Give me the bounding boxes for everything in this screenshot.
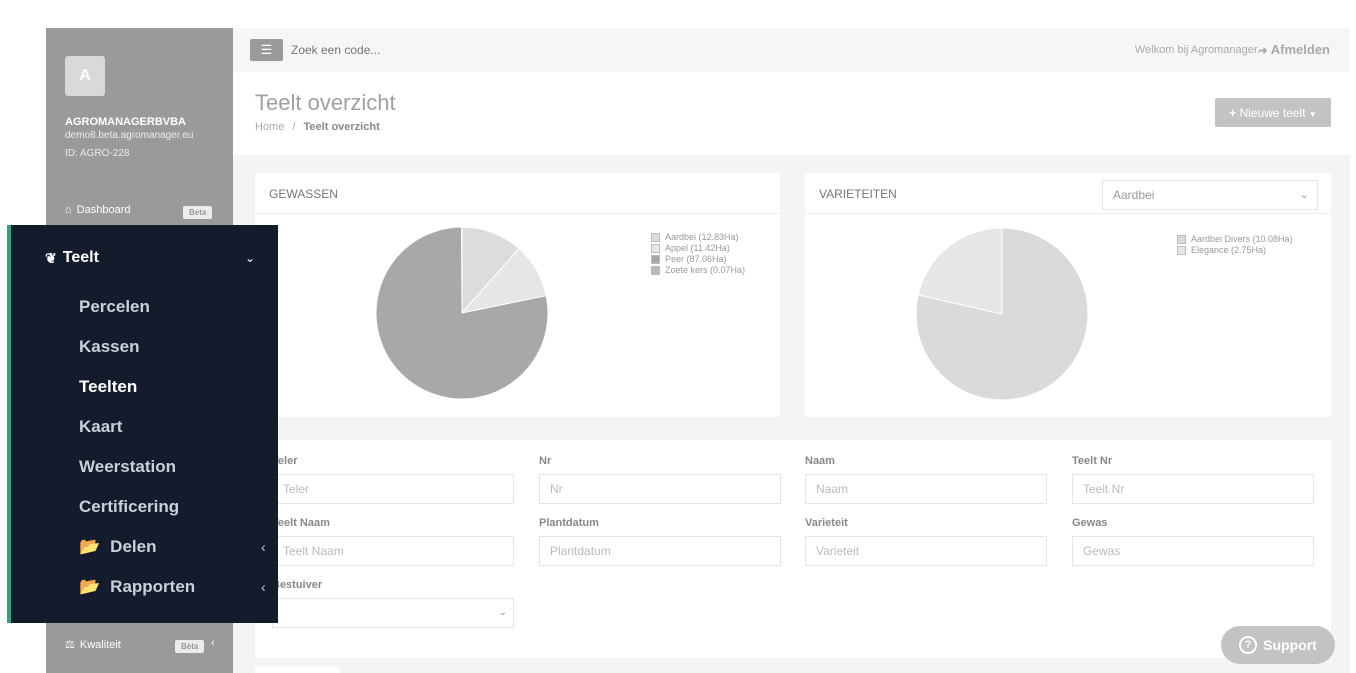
new-teelt-button[interactable]: + Nieuwe teelt ▼	[1215, 98, 1331, 127]
legend-label: Peer (87.06Ha)	[665, 254, 727, 264]
breadcrumb: Home / Teelt overzicht	[255, 121, 380, 133]
chevron-left-icon: ‹	[261, 579, 266, 595]
legend-item: Appel (11.42Ha)	[651, 243, 745, 254]
support-label: Support	[1263, 637, 1317, 653]
hamburger-icon: ☰	[260, 42, 273, 57]
legend-item: Aardbei (12.83Ha)	[651, 232, 745, 243]
account-id: ID: AGRO-228	[65, 148, 130, 159]
breadcrumb-home[interactable]: Home	[255, 121, 284, 133]
welcome-text: Welkom bij Agromanager.	[1134, 44, 1260, 56]
company-name: AGROMANAGERBVBA	[65, 116, 186, 128]
teelt-menu-header[interactable]: ❦ Teelt	[45, 249, 99, 267]
top-bar: ☰ Welkom bij Agromanager. ➜ Afmelden	[233, 28, 1350, 72]
sidebar-item-dashboard[interactable]: ⌂ Dashboard	[65, 204, 130, 216]
legend-item: Zoete kers (0.07Ha)	[651, 265, 745, 276]
menu-item-teelten[interactable]: Teelten	[79, 377, 137, 397]
naam-input[interactable]	[805, 474, 1047, 504]
teeltnr-input[interactable]	[1072, 474, 1314, 504]
menu-item-rapporten[interactable]: 📂 Rapporten	[79, 577, 195, 597]
legend-label: Elegance (2.75Ha)	[1191, 245, 1267, 255]
varieteiten-legend: Aardbei Divers (10.08Ha) Elegance (2.75H…	[1177, 234, 1293, 256]
varieteit-input[interactable]	[805, 536, 1047, 566]
legend-label: Zoete kers (0.07Ha)	[665, 265, 746, 275]
teler-input[interactable]	[272, 474, 514, 504]
chevron-down-icon: ⌄	[245, 251, 256, 265]
legend-label: Appel (11.42Ha)	[665, 243, 730, 253]
legend-item: Aardbei Divers (10.08Ha)	[1177, 234, 1293, 245]
teelt-menu: ❦ Teelt ⌄ Percelen Kassen Teelten Kaart …	[7, 225, 278, 623]
teeltnaam-label: Teelt Naam	[272, 517, 330, 529]
sidebar-item-kwaliteit[interactable]: ⚖ Kwaliteit	[65, 638, 121, 652]
legend-label: Aardbei Divers (10.08Ha)	[1191, 234, 1293, 244]
gewassen-pie-chart	[375, 226, 549, 400]
beta-badge: Beta	[183, 206, 213, 219]
chevron-down-icon: ⌄	[498, 607, 507, 618]
legend-swatch	[651, 233, 660, 242]
company-domain: demo8.beta.agromanager.eu	[65, 130, 194, 141]
menu-item-delen[interactable]: 📂 Delen	[79, 537, 156, 557]
legend-swatch	[1177, 246, 1186, 255]
teeltnaam-input[interactable]	[272, 536, 514, 566]
legend-item: Peer (87.06Ha)	[651, 254, 745, 265]
nr-input[interactable]	[539, 474, 781, 504]
bestuiver-label: Bestuiver	[272, 579, 323, 591]
legend-swatch	[651, 266, 660, 275]
gewas-label: Gewas	[1072, 517, 1108, 529]
naam-label: Naam	[805, 455, 835, 467]
plantdatum-label: Plantdatum	[539, 517, 599, 529]
legend-swatch	[1177, 235, 1186, 244]
legend-label: Aardbei (12.83Ha)	[665, 232, 739, 242]
logout-label: Afmelden	[1270, 42, 1330, 57]
menu-item-kassen[interactable]: Kassen	[79, 337, 139, 357]
plus-icon: +	[1229, 105, 1237, 120]
menu-item-kaart[interactable]: Kaart	[79, 417, 122, 437]
avatar[interactable]: A	[65, 56, 105, 96]
teelt-menu-title: Teelt	[62, 249, 99, 266]
menu-item-percelen[interactable]: Percelen	[79, 297, 150, 317]
legend-item: Elegance (2.75Ha)	[1177, 245, 1293, 256]
leaf-icon: ❦	[45, 249, 57, 266]
teeltnr-label: Teelt Nr	[1072, 455, 1113, 467]
page-title: Teelt overzicht	[255, 90, 396, 115]
bottom-tab[interactable]	[255, 667, 340, 673]
plantdatum-input[interactable]	[539, 536, 781, 566]
filter-card: Teler Nr Naam Teelt Nr Teelt Naam Plantd…	[255, 440, 1331, 658]
search-input[interactable]	[291, 39, 591, 61]
menu-toggle-button[interactable]: ☰	[250, 39, 283, 61]
sidebar-item-label: Dashboard	[76, 204, 131, 216]
breadcrumb-current: Teelt overzicht	[303, 121, 380, 133]
legend-swatch	[651, 244, 660, 253]
support-button[interactable]: ? Support	[1221, 626, 1335, 664]
folder-icon: 📂	[79, 577, 101, 596]
varieteiten-pie-chart	[915, 227, 1089, 401]
varieteit-label: Varieteit	[805, 517, 848, 529]
gewas-input[interactable]	[1072, 536, 1314, 566]
beta-badge: Bèta	[175, 640, 205, 653]
breadcrumb-separator: /	[292, 121, 296, 133]
scale-icon: ⚖	[65, 639, 75, 651]
gewassen-legend: Aardbei (12.83Ha) Appel (11.42Ha) Peer (…	[651, 232, 745, 276]
home-icon: ⌂	[65, 204, 72, 216]
sidebar-item-label: Kwaliteit	[79, 638, 121, 651]
gewassen-card: GEWASSEN Aardbei (12.83Ha) Appel (11.42H…	[255, 173, 780, 417]
logout-icon: ➜	[1258, 45, 1268, 57]
logout-link[interactable]: ➜ Afmelden	[1258, 42, 1330, 57]
menu-item-label: Delen	[110, 537, 157, 556]
nr-label: Nr	[539, 455, 552, 467]
folder-icon: 📂	[79, 537, 101, 556]
menu-item-certificering[interactable]: Certificering	[79, 497, 179, 517]
legend-swatch	[651, 255, 660, 264]
menu-item-weerstation[interactable]: Weerstation	[79, 457, 176, 477]
new-teelt-label: Nieuwe teelt	[1239, 105, 1306, 120]
bestuiver-select[interactable]: ⌄	[272, 598, 514, 628]
menu-item-label: Rapporten	[110, 577, 196, 596]
caret-down-icon: ▼	[1308, 109, 1317, 119]
chevron-left-icon: ‹	[211, 637, 215, 649]
question-icon: ?	[1239, 636, 1258, 654]
chevron-left-icon: ‹	[261, 539, 266, 555]
varieteiten-card: VARIETEITEN Aardbei ⌄ Aardbei Divers (10…	[805, 173, 1331, 417]
